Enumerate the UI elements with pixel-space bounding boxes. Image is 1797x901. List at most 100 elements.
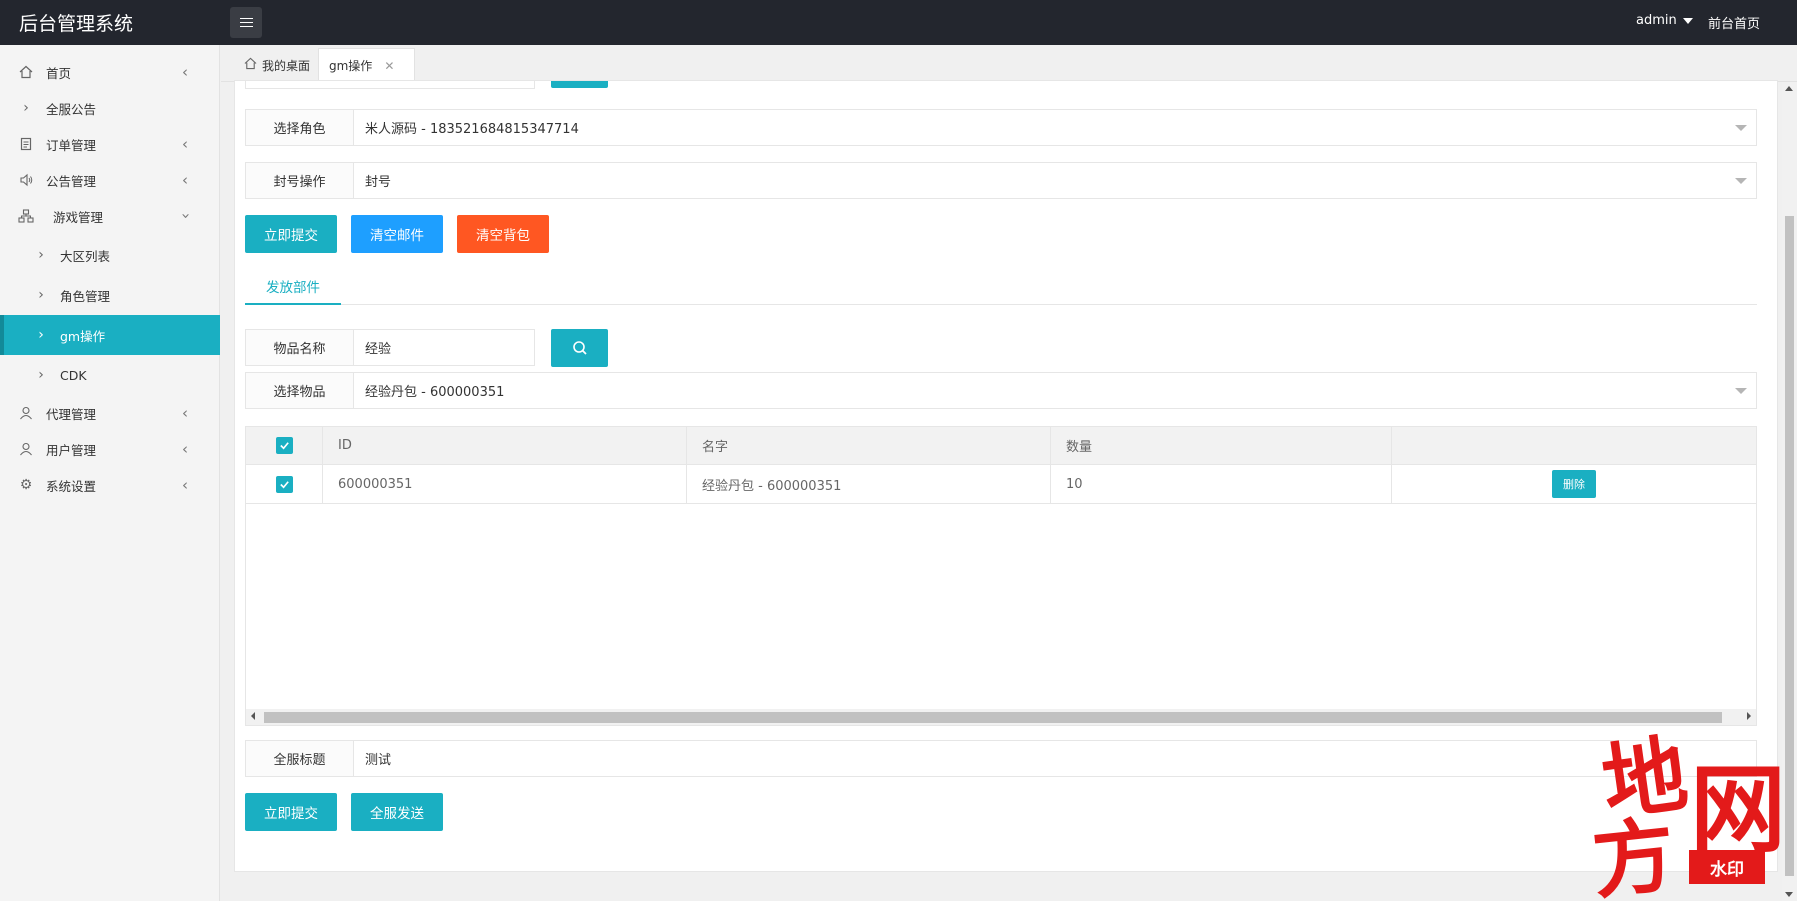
sidebar-item-label: 公告管理 — [46, 173, 97, 189]
document-icon — [18, 136, 34, 152]
submit-button[interactable]: 立即提交 — [245, 215, 337, 253]
row-checkbox[interactable] — [275, 475, 293, 493]
speaker-icon — [18, 172, 34, 188]
chevron-right-icon: › — [38, 367, 44, 383]
watermark-logo: 地 网 方 水印 — [1588, 712, 1792, 901]
row-checkbox-cell — [246, 465, 323, 503]
sidebar-item-users[interactable]: 用户管理 ‹ — [0, 431, 220, 467]
sidebar-item-gm[interactable]: › gm操作 — [0, 315, 220, 355]
header-qty: 数量 — [1051, 427, 1392, 464]
role-select[interactable]: 选择角色 米人源码 - 183521684815347714 — [245, 109, 1757, 146]
sidebar-item-settings[interactable]: ⚙ 系统设置 ‹ — [0, 467, 220, 503]
hamburger-icon — [239, 21, 253, 24]
mail-tabs: 发放部件 — [245, 269, 1757, 305]
scrollbar-thumb[interactable] — [264, 712, 1722, 723]
broadcast-title-input[interactable]: 测试 — [354, 749, 1756, 768]
item-select[interactable]: 选择物品 经验丹包 - 600000351 — [245, 372, 1757, 409]
delete-button[interactable]: 删除 — [1552, 470, 1596, 498]
user-icon — [18, 441, 34, 457]
scroll-up-icon[interactable] — [1785, 86, 1793, 91]
scroll-down-icon[interactable] — [1785, 892, 1793, 897]
table-header: ID 名字 数量 — [246, 427, 1756, 465]
sidebar-item-label: 游戏管理 — [53, 209, 104, 225]
cell-name: 经验丹包 - 600000351 — [687, 465, 1051, 503]
clear-mail-button[interactable]: 清空邮件 — [351, 215, 443, 253]
front-page-link[interactable]: 前台首页 — [1708, 13, 1760, 32]
role-value: 米人源码 - 183521684815347714 — [365, 122, 579, 137]
chevron-left-icon: ‹ — [182, 63, 188, 81]
watermark-char: 方 — [1587, 806, 1680, 901]
sidebar-item-roles[interactable]: › 角色管理 — [0, 277, 220, 313]
clear-bag-button[interactable]: 清空背包 — [457, 215, 549, 253]
sidebar-item-agents[interactable]: 代理管理 ‹ — [0, 395, 220, 431]
chevron-left-icon: ‹ — [182, 171, 188, 189]
close-icon[interactable]: ✕ — [384, 59, 394, 73]
watermark-stamp: 水印 — [1689, 850, 1765, 884]
cell-id: 600000351 — [323, 465, 687, 503]
tab-send-mail[interactable]: 发放部件 — [245, 269, 341, 305]
username: admin — [1636, 13, 1677, 28]
home-icon — [18, 64, 34, 80]
user-menu[interactable]: admin — [1636, 13, 1693, 28]
broadcast-title-label: 全服标题 — [246, 741, 354, 776]
menu-toggle-button[interactable] — [230, 7, 262, 38]
header-actions — [1392, 427, 1756, 464]
sidebar-item-game[interactable]: 游戏管理 ‹ — [0, 198, 220, 234]
caret-down-icon — [1682, 17, 1693, 24]
dropdown-arrow-icon — [1735, 178, 1747, 184]
search-button[interactable] — [551, 329, 608, 367]
main-panel: 选择角色 米人源码 - 183521684815347714 封号操作 封号 立… — [234, 80, 1778, 872]
dropdown-arrow-icon — [1735, 388, 1747, 394]
chevron-left-icon: ‹ — [182, 440, 188, 458]
tab-gm[interactable]: gm操作 ✕ — [318, 48, 415, 82]
cell-actions: 删除 — [1392, 465, 1756, 503]
sidebar-item-cdk[interactable]: › CDK — [0, 357, 220, 393]
items-table: ID 名字 数量 600000351 经验丹包 - 600000351 10 删… — [245, 426, 1757, 726]
item-name-input[interactable]: 经验 — [354, 338, 534, 357]
home-icon — [244, 57, 257, 74]
header-checkbox-cell — [246, 427, 323, 464]
select-item-label: 选择物品 — [246, 373, 354, 408]
chevron-right-icon: › — [23, 100, 29, 116]
gear-icon: ⚙ — [19, 477, 33, 493]
broadcast-title-field[interactable]: 全服标题 测试 — [245, 740, 1757, 777]
sidebar-item-orders[interactable]: 订单管理 ‹ — [0, 126, 220, 162]
sidebar-item-label: 全服公告 — [46, 101, 97, 117]
sidebar-item-home[interactable]: 首页 ‹ — [0, 54, 220, 90]
sidebar-item-notices[interactable]: 公告管理 ‹ — [0, 162, 220, 198]
chevron-left-icon: ‹ — [182, 476, 188, 494]
chevron-right-icon: › — [38, 327, 44, 343]
sitemap-icon — [18, 208, 34, 224]
sidebar-item-label: 角色管理 — [60, 288, 111, 304]
sidebar: 首页 ‹ › 全服公告 订单管理 ‹ 公告管理 ‹ 游戏管理 ‹ › 大区列表 … — [0, 45, 220, 901]
send-all-button[interactable]: 全服发送 — [351, 793, 443, 831]
horizontal-scrollbar[interactable] — [246, 709, 1756, 725]
item-name-field[interactable]: 物品名称 经验 — [245, 329, 535, 366]
sidebar-item-announcement[interactable]: › 全服公告 — [0, 90, 220, 126]
select-item-value: 经验丹包 - 600000351 — [365, 385, 505, 400]
chevron-right-icon: › — [38, 247, 44, 263]
clipped-button — [551, 81, 608, 88]
select-all-checkbox[interactable] — [275, 437, 293, 454]
top-header: 后台管理系统 admin 前台首页 — [0, 0, 1797, 45]
search-icon — [572, 341, 587, 355]
tab-home[interactable]: 我的桌面 — [234, 48, 320, 82]
chevron-right-icon: › — [38, 287, 44, 303]
sidebar-item-label: CDK — [60, 367, 87, 383]
sidebar-item-label: 代理管理 — [46, 406, 97, 422]
ban-select[interactable]: 封号操作 封号 — [245, 162, 1757, 199]
tab-label: gm操作 — [329, 59, 373, 73]
sidebar-item-regions[interactable]: › 大区列表 — [0, 237, 220, 273]
header-name: 名字 — [687, 427, 1051, 464]
mail-submit-button[interactable]: 立即提交 — [245, 793, 337, 831]
ban-label: 封号操作 — [246, 163, 354, 198]
item-name-label: 物品名称 — [246, 330, 354, 365]
scroll-left-icon[interactable] — [251, 712, 255, 720]
chevron-down-icon: ‹ — [176, 213, 194, 219]
tab-label: 我的桌面 — [262, 58, 311, 73]
sidebar-item-label: 系统设置 — [46, 478, 97, 494]
table-row: 600000351 经验丹包 - 600000351 10 删除 — [246, 465, 1756, 504]
cell-qty: 10 — [1051, 465, 1392, 503]
sidebar-item-label: gm操作 — [60, 328, 106, 344]
role-label: 选择角色 — [246, 110, 354, 145]
